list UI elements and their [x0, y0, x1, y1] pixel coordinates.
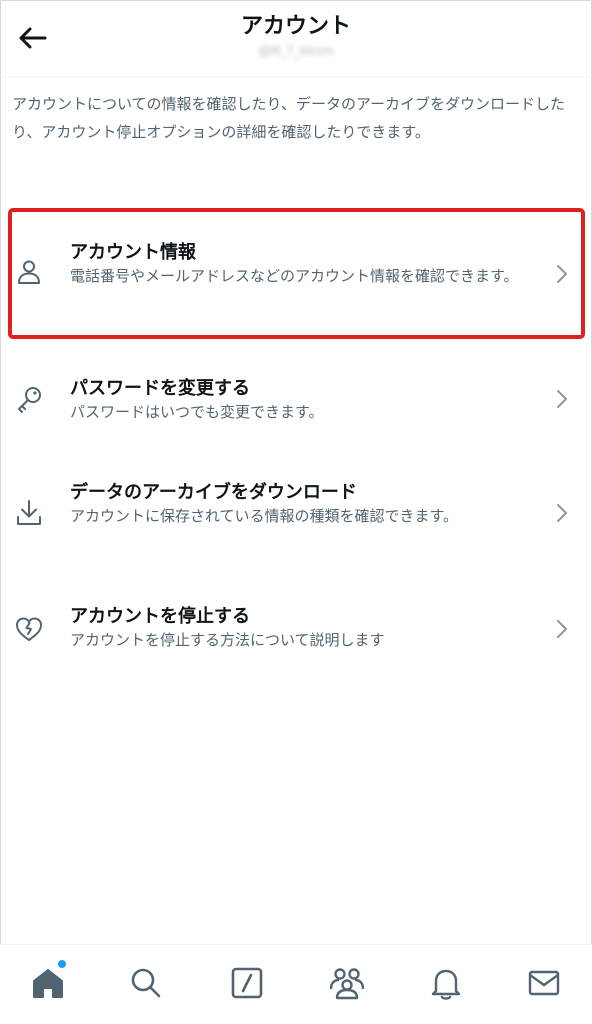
broken-heart-icon: [16, 617, 42, 641]
chevron-right-icon: [557, 620, 567, 638]
chevron-right-icon: [557, 265, 567, 283]
page-title: アカウント: [240, 14, 351, 39]
bottom-tab-bar: [0, 944, 592, 1024]
chevron-right-icon: [557, 390, 567, 408]
page-description: アカウントについての情報を確認したり、データのアーカイブをダウンロードしたり、ア…: [12, 95, 566, 141]
menu-item-subtitle: アカウントに保存されている情報の種類を確認できます。: [70, 507, 459, 525]
tab-compose[interactable]: [227, 963, 267, 1003]
tab-notifications[interactable]: [426, 963, 466, 1003]
top-app-bar: アカウント @M_T_bknm: [0, 0, 592, 76]
account-handle: @M_T_bknm: [258, 44, 334, 58]
menu-item-title: アカウントを停止する: [70, 606, 250, 627]
tab-home[interactable]: [28, 963, 68, 1003]
menu-item-subtitle: アカウントを停止する方法について説明します: [70, 631, 385, 649]
mail-icon: [528, 970, 560, 996]
home-icon: [33, 969, 63, 998]
tab-search[interactable]: [126, 963, 166, 1003]
menu-item-title: データのアーカイブをダウンロード: [70, 482, 357, 503]
home-notification-dot: [58, 960, 66, 968]
tab-messages[interactable]: [524, 963, 564, 1003]
bell-icon: [431, 969, 461, 1000]
menu-item-deactivate[interactable]: アカウントを停止する アカウントを停止する方法について説明します: [0, 588, 592, 670]
chevron-right-icon: [557, 504, 567, 522]
menu-item-account-info[interactable]: アカウント情報 電話番号やメールアドレスなどのアカウント情報を確認できます。: [0, 212, 592, 336]
menu-item-title: パスワードを変更する: [70, 378, 250, 399]
menu-item-subtitle: 電話番号やメールアドレスなどのアカウント情報を確認できます。: [70, 267, 519, 285]
menu-item-subtitle: パスワードはいつでも変更できます。: [70, 403, 324, 421]
communities-icon: [329, 968, 365, 1000]
tab-communities[interactable]: [327, 963, 367, 1003]
key-icon: [18, 387, 41, 413]
compose-icon: [231, 967, 263, 999]
search-icon: [131, 968, 161, 998]
header-divider: [0, 76, 592, 77]
person-icon: [18, 260, 40, 284]
menu-item-title: アカウント情報: [70, 242, 196, 263]
menu-item-download-archive[interactable]: データのアーカイブをダウンロード アカウントに保存されている情報の種類を確認でき…: [0, 462, 592, 572]
download-icon: [17, 500, 41, 525]
menu-item-change-password[interactable]: パスワードを変更する パスワードはいつでも変更できます。: [0, 352, 592, 444]
